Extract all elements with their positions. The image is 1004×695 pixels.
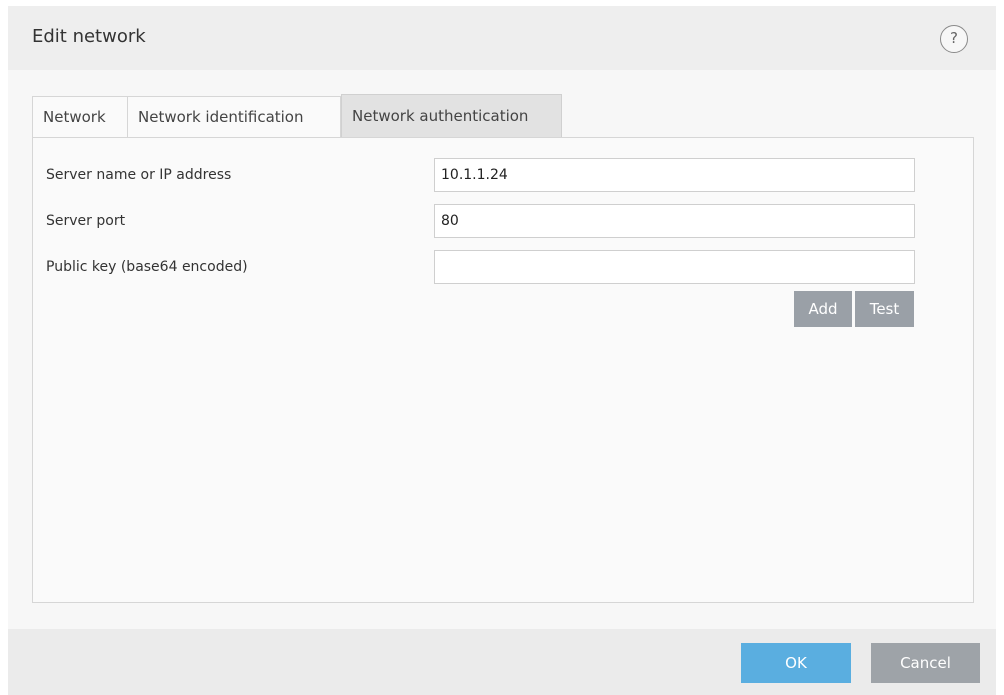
question-circle-icon[interactable]: ? (940, 25, 968, 53)
cancel-button[interactable]: Cancel (871, 643, 980, 683)
server-name-label: Server name or IP address (46, 167, 232, 183)
public-key-input[interactable] (434, 250, 915, 284)
public-key-label: Public key (base64 encoded) (46, 259, 248, 275)
test-button[interactable]: Test (855, 291, 914, 327)
network-authentication-panel: Server name or IP address Server port Pu… (32, 137, 974, 603)
ok-button[interactable]: OK (741, 643, 851, 683)
tab-network[interactable]: Network (32, 96, 128, 137)
server-name-input[interactable] (434, 158, 915, 192)
dialog-header: Edit network ? (8, 6, 996, 70)
tab-network-identification[interactable]: Network identification (128, 96, 341, 137)
dialog-title: Edit network (32, 26, 146, 47)
dialog-content: Network Network identification Network a… (8, 70, 996, 629)
server-port-input[interactable] (434, 204, 915, 238)
tab-network-authentication[interactable]: Network authentication (341, 94, 562, 138)
dialog-footer: OK Cancel (8, 629, 996, 695)
edit-network-dialog: Edit network ? Network Network identific… (8, 6, 996, 695)
add-button[interactable]: Add (794, 291, 852, 327)
server-port-label: Server port (46, 213, 126, 229)
